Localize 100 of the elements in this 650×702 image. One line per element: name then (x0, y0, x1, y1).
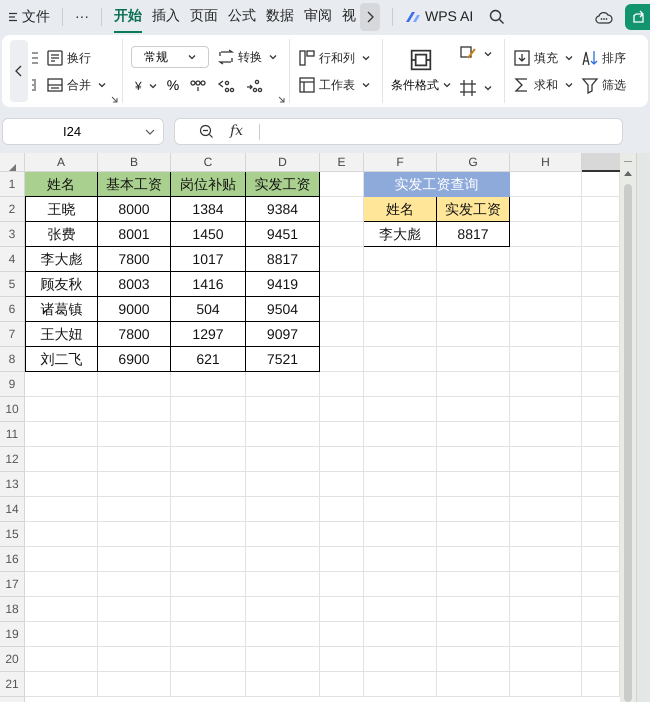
grid-cell[interactable] (246, 497, 320, 522)
grid-cell[interactable] (171, 597, 246, 622)
grid-cell[interactable] (510, 297, 582, 322)
grid-cell[interactable] (582, 197, 620, 222)
row-number[interactable]: 10 (0, 397, 25, 422)
formula-field[interactable]: fx (174, 118, 623, 145)
grid-cell[interactable] (98, 447, 171, 472)
grid-cell[interactable] (320, 297, 364, 322)
row-number[interactable]: 16 (0, 547, 25, 572)
grid-cell[interactable] (364, 322, 437, 347)
grid-cell[interactable] (510, 422, 582, 447)
row-number[interactable]: 17 (0, 572, 25, 597)
column-header[interactable]: H (510, 153, 582, 172)
grid-cell[interactable] (246, 397, 320, 422)
grid-cell[interactable] (582, 422, 620, 447)
grid-cell[interactable] (582, 522, 620, 547)
grid-cell[interactable] (510, 172, 582, 197)
grid-cell[interactable] (437, 397, 510, 422)
file-menu[interactable]: 文件 (8, 6, 50, 27)
grid-cell[interactable] (364, 672, 437, 697)
fill-button[interactable]: 填充 (513, 46, 573, 70)
grid-cell[interactable] (510, 522, 582, 547)
grid-cell[interactable] (582, 272, 620, 297)
grid-cell[interactable] (510, 647, 582, 672)
grid-cell[interactable] (582, 572, 620, 597)
grid-cell[interactable] (246, 372, 320, 397)
grid-cell[interactable] (364, 497, 437, 522)
grid-cell[interactable] (171, 372, 246, 397)
grid-cell[interactable] (98, 397, 171, 422)
grid-cell[interactable] (246, 647, 320, 672)
grid-cell[interactable] (246, 447, 320, 472)
column-header[interactable]: G (437, 153, 510, 172)
grid-cell[interactable] (364, 297, 437, 322)
grid-cell[interactable] (437, 572, 510, 597)
grid-cell[interactable] (510, 622, 582, 647)
grid-cell[interactable] (582, 397, 620, 422)
ribbon-tab[interactable]: 视 (342, 0, 356, 33)
grid-cell[interactable] (437, 672, 510, 697)
grid-cell[interactable] (437, 547, 510, 572)
row-number[interactable]: 13 (0, 472, 25, 497)
ribbon-scroll-left-button[interactable] (10, 40, 28, 102)
share-button[interactable] (625, 4, 650, 30)
grid-cell[interactable] (25, 397, 98, 422)
grid-cell[interactable] (510, 247, 582, 272)
currency-button[interactable]: ¥ (135, 74, 157, 98)
grid-cell[interactable] (320, 522, 364, 547)
grid-cell[interactable] (437, 297, 510, 322)
grid-cell[interactable] (364, 397, 437, 422)
row-number[interactable]: 7 (0, 322, 25, 347)
filter-button[interactable]: 筛选 (581, 72, 626, 96)
grid-cell[interactable] (25, 497, 98, 522)
grid-cell[interactable] (320, 422, 364, 447)
grid-cell[interactable] (510, 447, 582, 472)
grid-cell[interactable] (98, 422, 171, 447)
column-header[interactable]: C (171, 153, 246, 172)
grid-cell[interactable] (510, 222, 582, 247)
search-icon[interactable] (489, 8, 506, 24)
grid-cell[interactable] (98, 497, 171, 522)
ribbon-tab[interactable]: 开始 (114, 0, 142, 33)
grid-cell[interactable] (246, 597, 320, 622)
grid-cell[interactable] (25, 472, 98, 497)
row-number[interactable]: 9 (0, 372, 25, 397)
grid-cell[interactable] (437, 447, 510, 472)
scroll-up-icon[interactable] (624, 170, 632, 176)
sum-button[interactable]: 求和 (513, 72, 573, 96)
grid-cell[interactable] (510, 547, 582, 572)
grid-cell[interactable] (582, 497, 620, 522)
grid-cell[interactable] (320, 322, 364, 347)
dialog-launcher-icon[interactable] (278, 96, 285, 103)
convert-button[interactable]: 转换 (217, 44, 277, 68)
percent-button[interactable]: % (166, 75, 180, 96)
row-number[interactable]: 2 (0, 197, 25, 222)
grid-cell[interactable] (171, 447, 246, 472)
grid-cell[interactable] (320, 397, 364, 422)
grid-cell[interactable] (437, 647, 510, 672)
grid-cell[interactable] (437, 372, 510, 397)
grid-cell[interactable] (437, 622, 510, 647)
grid-cell[interactable] (98, 547, 171, 572)
column-header[interactable] (582, 153, 620, 172)
grid-cell[interactable] (246, 422, 320, 447)
ribbon-tab[interactable]: 公式 (228, 0, 256, 33)
grid-cell[interactable] (364, 372, 437, 397)
grid-cell[interactable] (98, 622, 171, 647)
grid-cell[interactable] (171, 472, 246, 497)
grid-cell[interactable] (320, 447, 364, 472)
grid-cell[interactable] (364, 597, 437, 622)
ribbon-tab[interactable]: 页面 (190, 0, 218, 33)
grid-cell[interactable] (437, 247, 510, 272)
grid-cell[interactable] (364, 547, 437, 572)
grid-cell[interactable] (510, 272, 582, 297)
row-number[interactable]: 19 (0, 622, 25, 647)
sort-button[interactable]: 排序 (581, 46, 626, 70)
column-header[interactable]: E (320, 153, 364, 172)
grid-cell[interactable] (246, 547, 320, 572)
grid-cell[interactable] (320, 247, 364, 272)
grid-cell[interactable] (320, 472, 364, 497)
grid-cell[interactable] (25, 372, 98, 397)
grid-cell[interactable] (246, 572, 320, 597)
grid-cell[interactable] (25, 522, 98, 547)
grid-cell[interactable] (437, 422, 510, 447)
